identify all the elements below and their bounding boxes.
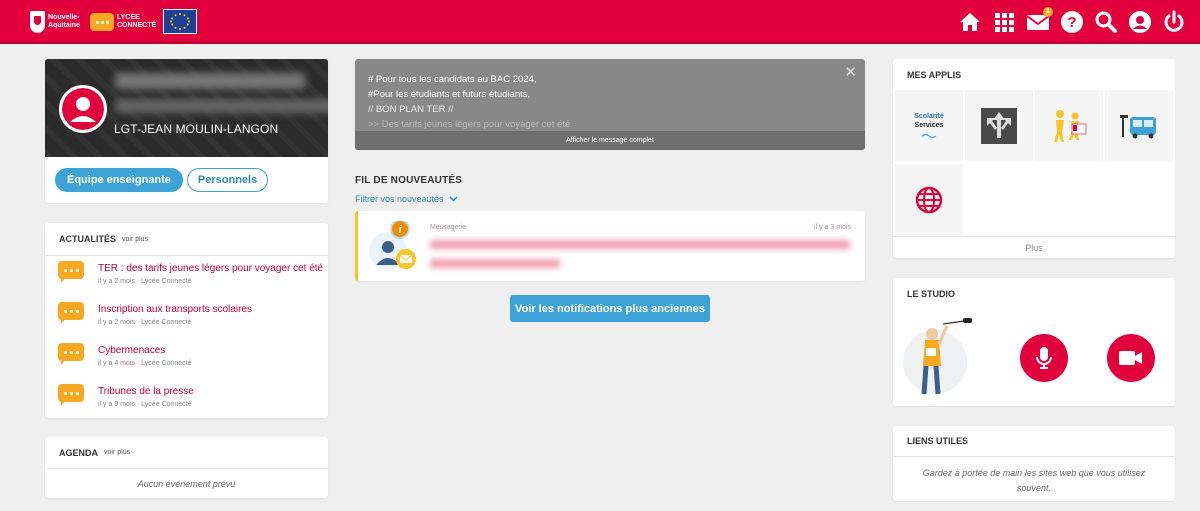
studio-title: LE STUDIO bbox=[907, 288, 956, 299]
show-full-message-button[interactable]: Afficher le message complet bbox=[355, 131, 865, 150]
avatar[interactable] bbox=[59, 85, 107, 133]
feed-filter-label: Filtrer vos nouveautés bbox=[355, 194, 444, 204]
message-line: >> Des tarifs jeunes légers pour voyager… bbox=[368, 119, 571, 130]
power-icon[interactable] bbox=[1162, 10, 1186, 34]
messaging-avatar-icon: i bbox=[368, 219, 420, 273]
microphone-icon bbox=[1036, 347, 1052, 369]
apps-title: MES APPLIS bbox=[907, 69, 962, 80]
region-logo[interactable]: Nouvelle-Aquitaine bbox=[30, 9, 82, 35]
search-icon[interactable] bbox=[1094, 10, 1118, 34]
news-card: ACTUALITÉS voir plus TER : des tarifs je… bbox=[45, 223, 328, 418]
news-item-meta: il y a 2 mois · Lycée Connecté bbox=[98, 278, 192, 285]
news-bubble-icon bbox=[58, 343, 86, 367]
news-see-more-link[interactable]: voir plus bbox=[122, 236, 148, 243]
message-line: # Pour tous les candidats au BAC 2024, bbox=[368, 74, 537, 85]
news-bubble-icon bbox=[58, 261, 86, 285]
list-item[interactable]: Tribunes de la presse il y a 9 mois · Ly… bbox=[58, 384, 194, 408]
older-notifications-button[interactable]: Voir les notifications plus anciennes bbox=[510, 295, 710, 322]
news-item-meta: il y a 2 mois · Lycée Connecté bbox=[98, 319, 192, 326]
news-item-title[interactable]: Tribunes de la presse bbox=[98, 385, 194, 398]
video-camera-button[interactable] bbox=[1107, 334, 1155, 382]
mail-badge: 1 bbox=[1043, 7, 1053, 17]
svg-text:?: ? bbox=[1067, 14, 1076, 31]
help-icon[interactable]: ? bbox=[1060, 10, 1084, 34]
agenda-title: AGENDA bbox=[59, 447, 99, 458]
announcement-message: # Pour tous les candidats au BAC 2024, #… bbox=[355, 59, 865, 150]
app-tile-children-crossing[interactable] bbox=[1035, 90, 1103, 161]
blurred-user-info bbox=[115, 99, 328, 113]
region-logo-text: Nouvelle-Aquitaine bbox=[48, 14, 80, 29]
message-line: // BON PLAN TER // bbox=[368, 104, 454, 115]
microphone-button[interactable] bbox=[1020, 334, 1068, 382]
studio-illustration-icon bbox=[903, 318, 978, 398]
video-camera-icon bbox=[1119, 351, 1142, 365]
agenda-see-more-link[interactable]: voir plus bbox=[104, 449, 130, 456]
speech-bubble-icon bbox=[90, 13, 114, 31]
list-item[interactable]: Inscription aux transports scolaires il … bbox=[58, 302, 252, 326]
apps-more-link[interactable]: Plus bbox=[893, 236, 1175, 258]
globe-icon bbox=[915, 186, 943, 213]
profile-card: LGT-JEAN MOULIN-LANGON Équipe enseignant… bbox=[45, 59, 328, 203]
agenda-card: AGENDA voir plus Aucun événement prévu bbox=[45, 437, 328, 498]
news-title: ACTUALITÉS bbox=[59, 234, 116, 244]
feed-item-time: il y a 3 mois bbox=[814, 224, 851, 231]
feed-item-source: Messagerie bbox=[430, 224, 467, 231]
feed-title: FIL DE NOUVEAUTÉS bbox=[355, 175, 463, 186]
school-name: LGT-JEAN MOULIN-LANGON bbox=[114, 122, 279, 136]
region-shield-icon bbox=[30, 11, 45, 33]
children-crossing-icon bbox=[1054, 109, 1087, 142]
app-tile-scolarite-services[interactable]: Scolarité Services bbox=[895, 90, 963, 161]
scolarite-app-label: Scolarité bbox=[914, 113, 944, 120]
news-item-meta: il y a 4 mois · Lycée Connecté bbox=[98, 360, 192, 367]
mail-icon[interactable]: 1 bbox=[1026, 7, 1053, 34]
apps-grid-icon[interactable] bbox=[992, 10, 1016, 34]
eu-flag-icon bbox=[163, 9, 197, 34]
news-item-title[interactable]: TER : des tarifs jeunes légers pour voya… bbox=[98, 262, 323, 275]
agenda-empty-text: Aucun événement prévu bbox=[137, 479, 236, 489]
list-item[interactable]: TER : des tarifs jeunes légers pour voya… bbox=[58, 261, 323, 285]
scolarite-app-label: Services bbox=[914, 122, 944, 129]
apps-card: MES APPLIS Scolarité Services Plus bbox=[893, 59, 1175, 258]
top-navbar: Nouvelle-Aquitaine LYCÉE CONNECTÉ 1 ? bbox=[0, 0, 1200, 44]
home-icon[interactable] bbox=[958, 10, 982, 34]
feed-filter-dropdown[interactable]: Filtrer vos nouveautés bbox=[355, 194, 458, 204]
teachers-button[interactable]: Équipe enseignante bbox=[55, 168, 183, 192]
news-bubble-icon bbox=[58, 384, 86, 408]
app-tile-arrows[interactable] bbox=[965, 90, 1033, 161]
scolarite-wave-icon bbox=[921, 133, 937, 139]
studio-card: LE STUDIO bbox=[893, 278, 1175, 406]
lycee-connecte-logo[interactable]: LYCÉE CONNECTÉ bbox=[90, 9, 157, 35]
bus-stop-icon bbox=[1120, 114, 1156, 138]
profile-banner: LGT-JEAN MOULIN-LANGON bbox=[45, 59, 328, 157]
account-icon[interactable] bbox=[1128, 10, 1152, 34]
app-tile-bus[interactable] bbox=[1105, 90, 1173, 161]
blurred-feed-text bbox=[430, 259, 560, 268]
useful-links-title: LIENS UTILES bbox=[907, 436, 969, 446]
header-actions: 1 ? bbox=[958, 7, 1186, 34]
useful-links-card: LIENS UTILES Gardez à portée de main les… bbox=[893, 426, 1175, 501]
chevron-down-icon bbox=[449, 196, 458, 202]
feed-item[interactable]: i Messagerie il y a 3 mois bbox=[355, 211, 865, 281]
directions-icon bbox=[981, 107, 1017, 144]
news-item-meta: il y a 9 mois · Lycée Connecté bbox=[98, 401, 192, 408]
news-bubble-icon bbox=[58, 302, 86, 326]
app-tile-web[interactable] bbox=[895, 164, 963, 235]
blurred-feed-text bbox=[430, 240, 850, 249]
staff-button[interactable]: Personnels bbox=[186, 168, 269, 192]
list-item[interactable]: Cybermenaces il y a 4 mois · Lycée Conne… bbox=[58, 343, 192, 367]
news-item-title[interactable]: Cybermenaces bbox=[98, 344, 192, 357]
message-line: #Pour les étudiants et futurs étudiants, bbox=[368, 89, 531, 100]
lycee-connecte-logo-text: LYCÉE CONNECTÉ bbox=[117, 14, 157, 29]
news-item-title[interactable]: Inscription aux transports scolaires bbox=[98, 303, 252, 316]
close-icon[interactable]: ✕ bbox=[844, 65, 857, 80]
useful-links-text: Gardez à portée de main les sites web qu… bbox=[922, 468, 1146, 493]
blurred-user-name bbox=[115, 73, 305, 89]
